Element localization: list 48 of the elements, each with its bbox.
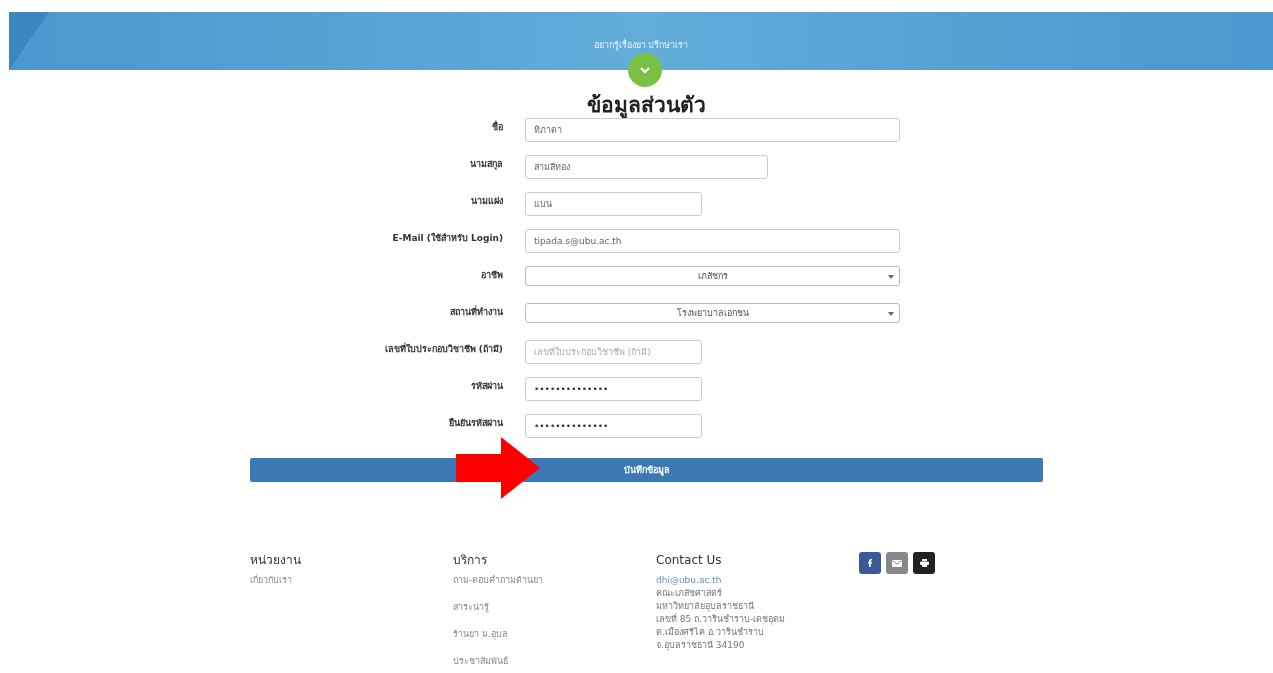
- field-label: ชื่อ: [491, 119, 503, 134]
- select-value: โรงพยาบาลเอกชน: [676, 307, 749, 320]
- footer-heading: หน่วยงาน: [250, 552, 302, 568]
- select-value: เภสัชกร: [697, 270, 728, 283]
- input-field[interactable]: tipada.s@ubu.ac.th: [525, 229, 900, 253]
- input-field[interactable]: ทิภาดา: [525, 118, 900, 142]
- address-line: คณะเภสัชศาสตร์: [656, 587, 723, 600]
- input-field[interactable]: แบน: [525, 192, 702, 216]
- field-label: เลขที่ใบประกอบวิชาชีพ (ถ้ามี): [383, 341, 503, 356]
- input-field[interactable]: สามสีทอง: [525, 155, 768, 179]
- footer-link[interactable]: ร้านยา ม.อุบล: [453, 628, 656, 641]
- input-field[interactable]: เลขที่ใบประกอบวิชาชีพ (ถ้ามี): [525, 340, 702, 364]
- password-field[interactable]: ••••••••••••••: [525, 414, 702, 438]
- field-label: ยืนยันรหัสผ่าน: [448, 416, 503, 430]
- chevron-down-icon: [640, 66, 650, 74]
- print-button[interactable]: [913, 552, 935, 574]
- address-line: จ.อุบลราชธานี 34190: [656, 639, 746, 652]
- caret-icon: [888, 275, 894, 279]
- email-link[interactable]: dhi@ubu.ac.th: [656, 574, 859, 587]
- page-title: ข้อมูลส่วนตัว: [586, 92, 707, 118]
- envelope-icon: [892, 559, 902, 567]
- facebook-icon: [868, 559, 872, 567]
- printer-icon: [919, 559, 929, 567]
- save-button[interactable]: บันทึกข้อมูล: [250, 458, 1043, 482]
- facebook-button[interactable]: [859, 552, 881, 574]
- field-label: รหัสผ่าน: [470, 380, 503, 393]
- footer-heading: Contact Us: [656, 552, 723, 568]
- address-line: มหาวิทยาลัยอุบลราชธานี: [656, 600, 755, 613]
- caret-icon: [888, 312, 894, 316]
- email-button[interactable]: [886, 552, 908, 574]
- footer-link[interactable]: สาระน่ารู้: [453, 601, 656, 614]
- arrow-annotation-icon: [456, 437, 540, 499]
- field-label: อาชีพ: [480, 269, 503, 282]
- address-line: เลขที่ 85 ถ.วารินชำราบ-เดชอุดม: [656, 613, 787, 626]
- field-label: นามแฝง: [470, 195, 503, 208]
- footer-link[interactable]: เกี่ยวกับเรา: [250, 574, 453, 587]
- field-label: นามสกุล: [469, 158, 503, 171]
- footer-link[interactable]: ประชาสัมพันธ์: [453, 655, 656, 668]
- address-line: ต.เมืองศรีไค อ.วารินชำราบ: [656, 626, 765, 639]
- password-field[interactable]: ••••••••••••••: [525, 377, 702, 401]
- select-field[interactable]: เภสัชกร: [525, 266, 900, 286]
- footer-heading: บริการ: [453, 552, 488, 568]
- corner-accent: [9, 12, 49, 70]
- select-field[interactable]: โรงพยาบาลเอกชน: [525, 303, 900, 323]
- footer-link[interactable]: ถาม-ตอบคำถามด้านยา: [453, 574, 656, 587]
- field-label: E-Mail (ใช้สำหรับ Login): [391, 232, 503, 245]
- banner-tagline: อยากรู้เรื่องยา ปรึกษาเรา: [593, 38, 689, 52]
- field-label: สถานที่ทำงาน: [449, 304, 503, 319]
